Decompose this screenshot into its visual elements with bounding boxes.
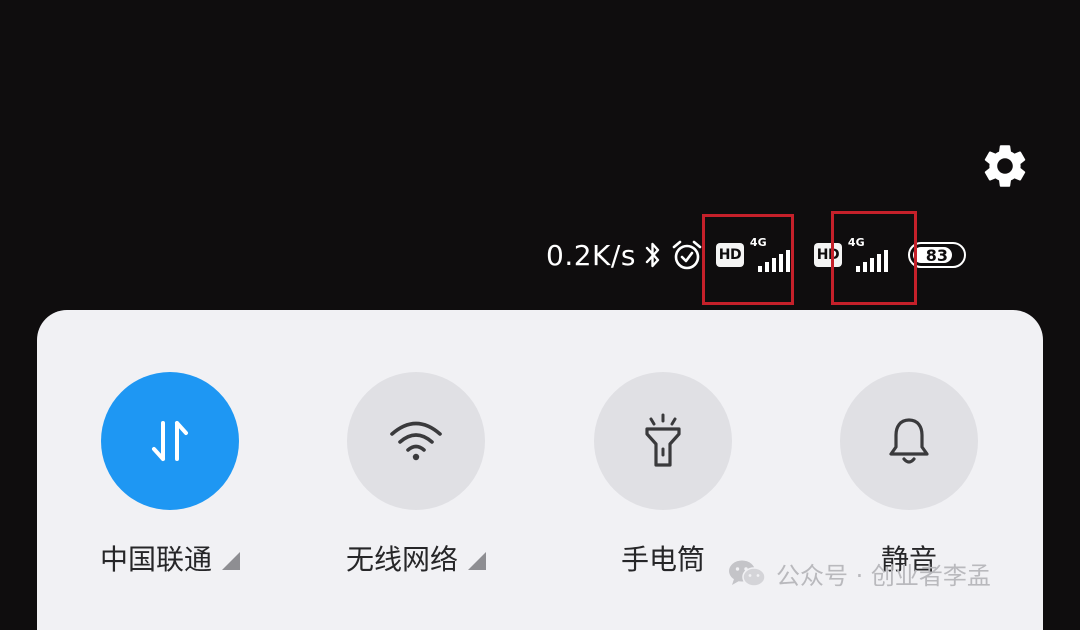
mobile-data-icon [152, 421, 188, 461]
tile-circle[interactable] [594, 372, 732, 510]
tile-circle[interactable] [347, 372, 485, 510]
tile-label-row: 无线网络 [346, 538, 486, 578]
wechat-icon [729, 560, 766, 587]
tile-label-row: 中国联通 [100, 538, 240, 578]
expand-arrow-icon[interactable] [468, 552, 486, 570]
status-bar: 0.2K/s HD 4G HD 4G 83 [546, 232, 966, 278]
watermark: 公众号 · 创业者李孟 [728, 556, 991, 591]
alarm-icon [670, 238, 704, 272]
expand-arrow-icon[interactable] [222, 552, 240, 570]
tile-label-row: 手电筒 [621, 538, 705, 578]
tile-wifi[interactable]: 无线网络 [336, 372, 496, 578]
bluetooth-icon [644, 240, 662, 270]
settings-button[interactable] [977, 138, 1033, 194]
network-speed: 0.2K/s [546, 238, 636, 272]
battery-icon: 83 [907, 242, 966, 268]
tile-label: 无线网络 [345, 543, 458, 576]
bell-icon [889, 418, 929, 464]
network-type-label: 4G [847, 236, 865, 249]
tile-label: 中国联通 [99, 543, 212, 576]
battery-level: 83 [925, 245, 949, 265]
gear-icon [984, 145, 1026, 187]
flashlight-icon [645, 413, 681, 467]
tile-mobile-data[interactable]: 中国联通 [90, 372, 250, 578]
tile-circle[interactable] [101, 372, 239, 510]
tile-silent[interactable]: 静音 [829, 372, 989, 578]
status-area: 0.2K/s HD 4G HD 4G 83 [0, 0, 1080, 310]
signal-4g-icon: 4G [847, 236, 894, 272]
wifi-icon [390, 421, 442, 461]
hd-voice-badge: HD [813, 243, 842, 267]
network-type-label: 4G [749, 236, 767, 249]
hd-voice-badge: HD [715, 243, 744, 267]
watermark-text: 公众号 · 创业者李孟 [776, 562, 991, 590]
signal-4g-icon: 4G [749, 236, 796, 272]
tile-label: 手电筒 [620, 543, 705, 576]
tile-circle[interactable] [840, 372, 978, 510]
tile-flashlight[interactable]: 手电筒 [583, 372, 743, 578]
